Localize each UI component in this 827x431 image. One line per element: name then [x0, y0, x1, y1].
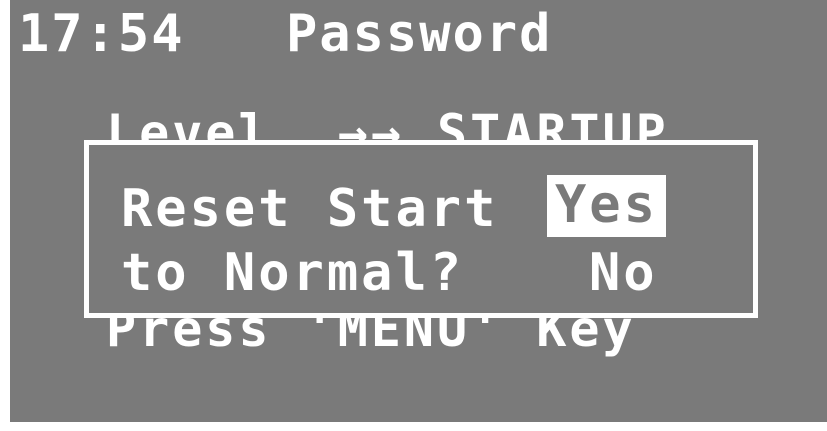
screen-title: Password: [286, 4, 553, 64]
dialog-prompt-line-2: to Normal?: [121, 243, 465, 303]
confirm-dialog: Reset Start to Normal? Yes No: [84, 140, 758, 318]
option-yes[interactable]: Yes: [547, 175, 666, 237]
lcd-screen: 17:54 Password Level →→ STARTUP Press 'M…: [10, 0, 827, 422]
dialog-prompt-line-1: Reset Start: [121, 179, 499, 239]
option-no[interactable]: No: [581, 243, 666, 305]
clock-time: 17:54: [18, 4, 185, 64]
